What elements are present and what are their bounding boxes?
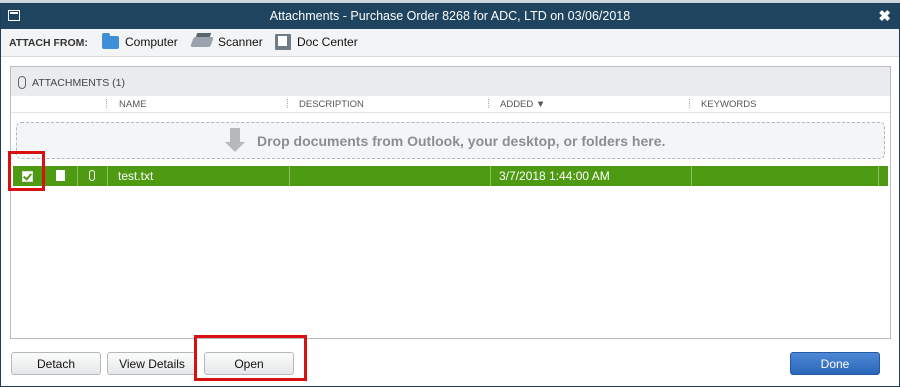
drop-zone[interactable]: Drop documents from Outlook, your deskto… (16, 122, 885, 159)
down-arrow-icon (230, 128, 240, 142)
table-row[interactable]: test.txt 3/7/2018 1:44:00 AM (13, 166, 888, 186)
row-file-name: test.txt (118, 169, 154, 183)
scanner-icon (190, 37, 214, 47)
detach-button[interactable]: Detach (11, 352, 101, 375)
cell-divider (289, 166, 290, 186)
close-icon[interactable]: ✖ (878, 7, 891, 25)
document-icon (56, 170, 65, 181)
done-button[interactable]: Done (790, 352, 880, 375)
cell-divider (77, 166, 78, 186)
attach-from-label: ATTACH FROM: (9, 37, 88, 49)
attach-toolbar: ATTACH FROM: Computer Scanner Doc Center (1, 29, 899, 57)
column-keywords[interactable]: KEYWORDS (701, 99, 756, 110)
attachments-panel: ATTACHMENTS (1) NAME DESCRIPTION ADDED ▼… (10, 66, 891, 339)
paperclip-icon (89, 170, 95, 181)
checkbox-highlight-box (8, 151, 45, 191)
computer-label: Computer (125, 35, 178, 49)
drop-zone-text: Drop documents from Outlook, your deskto… (257, 133, 666, 149)
attachments-header: ATTACHMENTS (1) (11, 67, 890, 96)
column-added[interactable]: ADDED ▼ (500, 99, 545, 110)
column-description[interactable]: DESCRIPTION (299, 99, 364, 110)
column-separator (287, 99, 289, 108)
column-separator (106, 99, 108, 108)
window-title: Attachments - Purchase Order 8268 for AD… (269, 9, 631, 23)
attach-scanner-button[interactable]: Scanner (190, 33, 263, 51)
down-arrow-icon-head (225, 142, 245, 152)
doc-center-icon (275, 34, 291, 50)
attach-doc-center-button[interactable]: Doc Center (275, 33, 358, 51)
paperclip-icon (18, 76, 26, 89)
attachments-heading: ATTACHMENTS (1) (32, 77, 125, 89)
column-header-row: NAME DESCRIPTION ADDED ▼ KEYWORDS (11, 96, 890, 113)
open-button-highlight-box (194, 335, 307, 381)
row-date-added: 3/7/2018 1:44:00 AM (499, 169, 610, 183)
column-name[interactable]: NAME (119, 99, 146, 110)
attachments-dialog: Attachments - Purchase Order 8268 for AD… (0, 3, 900, 387)
scanner-label: Scanner (218, 35, 263, 49)
column-separator (689, 99, 691, 108)
cell-divider (878, 166, 879, 186)
view-details-button[interactable]: View Details (107, 352, 197, 375)
attach-computer-button[interactable]: Computer (102, 32, 178, 51)
folder-icon (102, 32, 119, 49)
title-bar: Attachments - Purchase Order 8268 for AD… (1, 4, 899, 29)
doc-center-label: Doc Center (297, 35, 358, 49)
cell-divider (107, 166, 108, 186)
cell-divider (490, 166, 491, 186)
column-separator (488, 99, 490, 108)
cell-divider (691, 166, 692, 186)
